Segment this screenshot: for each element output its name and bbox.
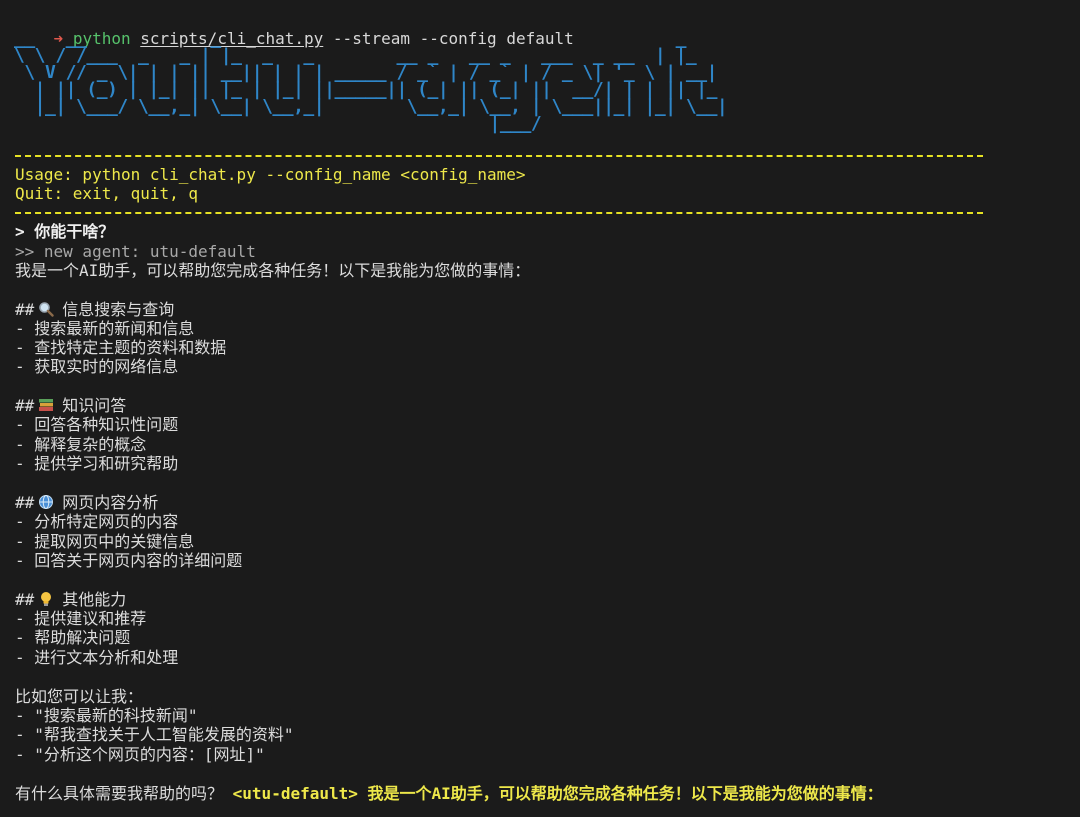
- list-item: - 分析特定网页的内容: [15, 512, 179, 531]
- examples-intro: 比如您可以让我：: [15, 687, 144, 706]
- final-line: 有什么具体需要我帮助的吗？ <utu-default> 我是一个AI助手，可以帮…: [15, 784, 883, 803]
- usage-text: Usage: python cli_chat.py --config_name …: [15, 165, 526, 184]
- example-item: - "分析这个网页的内容：[网址]": [15, 745, 265, 764]
- final-response-text: 我是一个AI助手，可以帮助您完成各种任务！以下是我能为您做的事情：: [367, 784, 883, 803]
- example-item: - "帮我查找关于人工智能发展的资料": [15, 725, 294, 744]
- separator-bottom: [15, 212, 983, 214]
- new-agent-line: >> new agent: utu-default: [15, 242, 256, 261]
- quit-text: Quit: exit, quit, q: [15, 184, 199, 203]
- youtu-agent-banner-logo: __ __ _ _ \ \ / /___ _ _ | |_ _ _ __ _ _…: [14, 28, 728, 134]
- magnifier-icon: [38, 301, 56, 317]
- closing-text: 有什么具体需要我帮助的吗？: [15, 784, 224, 803]
- list-item: - 查找特定主题的资料和数据: [15, 338, 227, 357]
- example-item: - "搜索最新的科技新闻": [15, 706, 198, 725]
- section-heading: ## 网页内容分析: [15, 493, 159, 512]
- list-item: - 解释复杂的概念: [15, 435, 147, 454]
- list-item: - 提供学习和研究帮助: [15, 454, 179, 473]
- list-item: - 提取网页中的关键信息: [15, 532, 195, 551]
- section-heading: ## 知识问答: [15, 396, 127, 415]
- agent-tag: <utu-default>: [232, 784, 358, 803]
- list-item: - 进行文本分析和处理: [15, 648, 179, 667]
- lightbulb-icon: [38, 591, 56, 607]
- terminal-window[interactable]: ➜ python scripts/cli_chat.py --stream --…: [0, 0, 1080, 817]
- intro-text: 我是一个AI助手，可以帮助您完成各种任务！以下是我能为您做的事情：: [15, 261, 531, 280]
- separator-top: [15, 155, 983, 157]
- list-item: - 回答关于网页内容的详细问题: [15, 551, 243, 570]
- books-icon: [38, 397, 56, 413]
- section-heading: ## 其他能力: [15, 590, 127, 609]
- user-prompt: > 你能干啥？: [15, 222, 115, 241]
- list-item: - 帮助解决问题: [15, 628, 131, 647]
- section-heading: ## 信息搜索与查询: [15, 300, 175, 319]
- list-item: - 回答各种知识性问题: [15, 415, 179, 434]
- globe-icon: [38, 494, 56, 510]
- list-item: - 提供建议和推荐: [15, 609, 147, 628]
- list-item: - 搜索最新的新闻和信息: [15, 319, 195, 338]
- list-item: - 获取实时的网络信息: [15, 357, 179, 376]
